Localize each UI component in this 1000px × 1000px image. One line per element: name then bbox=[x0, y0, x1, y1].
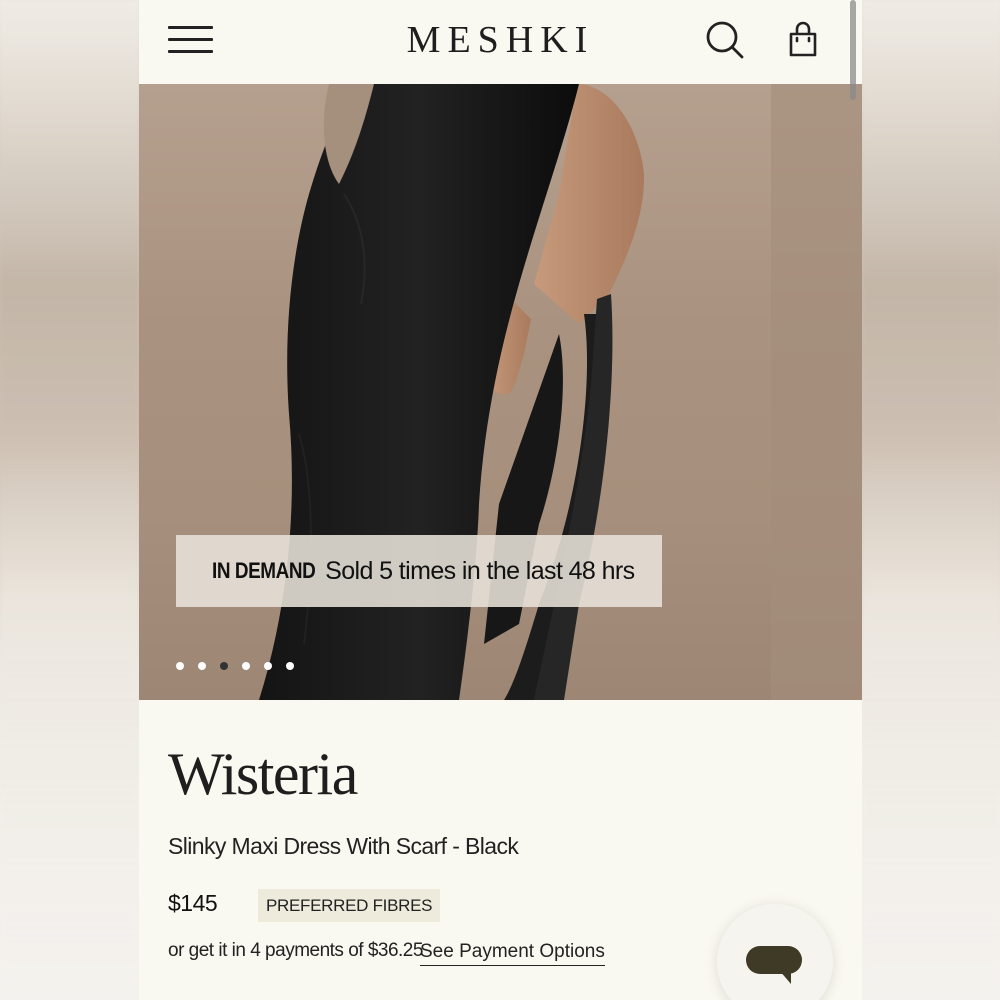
product-subtitle: Slinky Maxi Dress With Scarf - Black bbox=[168, 833, 519, 859]
site-logo[interactable]: MESHKI bbox=[139, 18, 862, 62]
product-image-carousel[interactable]: IN DEMAND Sold 5 times in the last 48 hr… bbox=[139, 84, 862, 700]
carousel-dot-4[interactable] bbox=[242, 662, 250, 670]
installments-text: or get it in 4 payments of $36.25 bbox=[168, 940, 423, 961]
background-blur-right bbox=[862, 0, 1000, 1000]
product-name: Wisteria bbox=[168, 741, 358, 807]
product-price: $145 bbox=[168, 890, 218, 916]
shopping-bag-icon[interactable] bbox=[785, 20, 821, 60]
carousel-dot-1[interactable] bbox=[176, 662, 184, 670]
background-blur-left bbox=[0, 0, 139, 1000]
scrollbar[interactable] bbox=[850, 0, 856, 100]
carousel-dot-3[interactable] bbox=[220, 662, 228, 670]
see-payment-options-link[interactable]: See Payment Options bbox=[420, 941, 605, 966]
carousel-dot-5[interactable] bbox=[264, 662, 272, 670]
in-demand-banner: IN DEMAND Sold 5 times in the last 48 hr… bbox=[176, 535, 662, 607]
carousel-dot-2[interactable] bbox=[198, 662, 206, 670]
preferred-fibres-badge: PREFERRED FIBRES bbox=[258, 889, 441, 922]
carousel-indicators bbox=[176, 662, 294, 672]
site-header: MESHKI bbox=[139, 0, 862, 84]
in-demand-message: Sold 5 times in the last 48 hrs bbox=[325, 556, 635, 585]
mobile-page: MESHKI IN DEMAND Sold 5 times in the las… bbox=[139, 0, 862, 1000]
chat-bubble-icon bbox=[746, 946, 802, 974]
search-icon[interactable] bbox=[705, 20, 745, 60]
in-demand-tag: IN DEMAND bbox=[212, 558, 316, 583]
product-photo bbox=[259, 84, 862, 700]
carousel-dot-6[interactable] bbox=[286, 662, 294, 670]
chat-button[interactable] bbox=[717, 904, 833, 1000]
